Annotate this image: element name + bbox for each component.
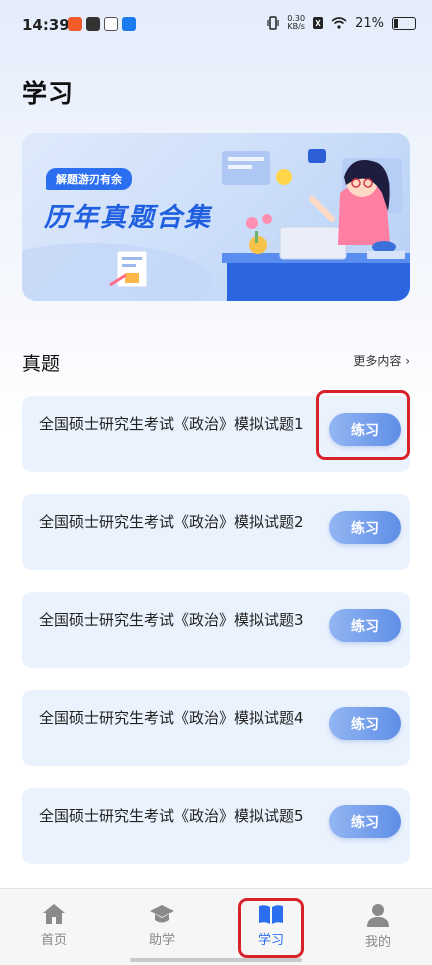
alipay-icon — [122, 17, 136, 31]
exam-title: 全国硕士研究生考试《政治》模拟试题5 — [39, 807, 304, 825]
video-app-icon — [86, 17, 100, 31]
notification-icons — [68, 17, 136, 31]
exam-title: 全国硕士研究生考试《政治》模拟试题3 — [39, 611, 304, 629]
tab-mine-label: 我的 — [364, 935, 391, 950]
bottom-tab-bar: 首页 助学 学习 我的 — [0, 888, 432, 965]
sim-icon — [313, 17, 324, 29]
system-indicators: 0.30 KB/s 21% — [267, 15, 416, 31]
tab-assist[interactable]: 助学 — [122, 903, 202, 948]
more-content-link[interactable]: 更多内容 › — [353, 352, 410, 369]
battery-icon — [392, 16, 416, 30]
practice-button[interactable]: 练习 — [329, 609, 401, 642]
app-notification-icon — [68, 17, 82, 31]
user-icon — [367, 904, 389, 927]
highlight-box — [238, 898, 304, 958]
exam-card[interactable]: 全国硕士研究生考试《政治》模拟试题4 练习 — [22, 690, 410, 766]
highlight-box — [316, 390, 410, 460]
exam-card[interactable]: 全国硕士研究生考试《政治》模拟试题1 练习 — [22, 390, 410, 472]
vibrate-icon — [267, 16, 279, 30]
wifi-icon — [331, 17, 347, 29]
exam-title: 全国硕士研究生考试《政治》模拟试题2 — [39, 513, 304, 531]
network-speed-unit: KB/s — [287, 22, 305, 31]
tab-mine[interactable]: 我的 — [338, 903, 418, 950]
graduation-cap-icon — [150, 905, 174, 923]
banner-tag: 解题游刃有余 — [46, 168, 132, 190]
section-title: 真题 — [22, 353, 61, 375]
status-time: 14:39 — [22, 16, 70, 34]
exam-card[interactable]: 全国硕士研究生考试《政治》模拟试题2 练习 — [22, 494, 410, 570]
home-indicator[interactable] — [130, 958, 302, 962]
link-app-icon — [104, 17, 118, 31]
home-icon — [43, 904, 65, 924]
banner[interactable]: 解题游刃有余 历年真题合集 — [22, 133, 410, 301]
status-bar: 14:39 0.30 KB/s 21% — [0, 0, 432, 52]
exam-card[interactable]: 全国硕士研究生考试《政治》模拟试题3 练习 — [22, 592, 410, 668]
battery-percent: 21% — [355, 15, 384, 31]
page-title: 学习 — [22, 79, 75, 108]
exam-title: 全国硕士研究生考试《政治》模拟试题1 — [39, 415, 304, 433]
practice-button[interactable]: 练习 — [329, 511, 401, 544]
banner-title: 历年真题合集 — [44, 203, 213, 233]
practice-button[interactable]: 练习 — [329, 805, 401, 838]
tab-home[interactable]: 首页 — [14, 903, 94, 948]
tab-assist-label: 助学 — [148, 933, 175, 948]
practice-button[interactable]: 练习 — [329, 707, 401, 740]
exam-card[interactable]: 全国硕士研究生考试《政治》模拟试题5 练习 — [22, 788, 410, 864]
tab-home-label: 首页 — [40, 933, 67, 948]
exam-title: 全国硕士研究生考试《政治》模拟试题4 — [39, 709, 304, 727]
network-speed: 0.30 KB/s — [287, 15, 305, 31]
